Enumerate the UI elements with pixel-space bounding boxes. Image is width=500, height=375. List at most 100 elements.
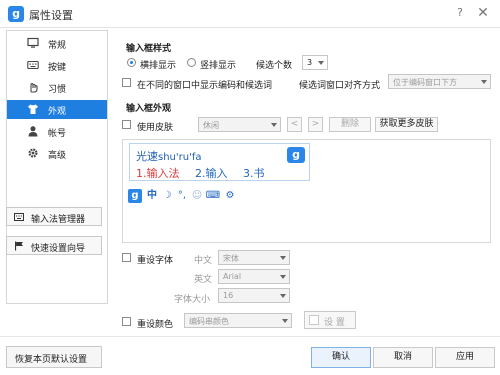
candidate-item: 2.输入	[195, 167, 228, 180]
gear-icon	[28, 148, 38, 158]
ime-logo-icon: g	[128, 189, 142, 203]
preedit-head: 光速	[136, 150, 158, 163]
hand-icon	[30, 82, 38, 93]
sidebar-item-label: 常规	[48, 41, 67, 51]
appearance-preview: 光速shu'ru'fa 1.输入法 2.输入 3.书 g g 中 ☽ °, ☺ …	[122, 139, 491, 243]
sidebar-item-label: 帐号	[48, 129, 67, 139]
title-bar: g 属性设置 ? ✕	[0, 0, 500, 28]
chinese-font-label: 中文	[194, 256, 213, 266]
quick-setup-guide-button[interactable]: 快速设置向导	[6, 236, 102, 255]
color-swatch	[309, 315, 319, 325]
candidate-item: 1.输入法	[136, 167, 180, 180]
apply-label: 应用	[455, 352, 474, 362]
half-width-icon: ☽	[162, 190, 172, 201]
settings-sidebar: 常规 按键 习惯 外观 帐号 高级	[6, 30, 108, 304]
candidate-align-select[interactable]: 位于编码窗口下方	[388, 74, 491, 89]
window-title: 属性设置	[29, 9, 73, 22]
candidate-align-value: 位于编码窗口下方	[393, 78, 457, 87]
monitor-icon	[27, 37, 39, 48]
color-target-select[interactable]: 编码串颜色	[184, 313, 292, 328]
reset-color-label: 重设颜色	[137, 320, 174, 330]
font-size-value: 16	[223, 291, 234, 300]
vertical-display-label: 竖排显示	[200, 61, 237, 71]
chinese-mode-icon: 中	[147, 190, 157, 201]
ime-manager-button[interactable]: 输入法管理器	[6, 207, 102, 226]
ime-logo-icon: g	[287, 147, 305, 163]
appearance-title: 输入框外观	[126, 104, 172, 114]
sidebar-item-habits[interactable]: 习惯	[7, 78, 107, 97]
candidate-item: 3.书	[243, 167, 265, 180]
keyboard-icon	[27, 60, 39, 70]
reset-font-checkbox[interactable]	[122, 253, 131, 262]
chinese-font-select[interactable]: 宋体	[218, 250, 290, 265]
punctuation-icon: °,	[177, 190, 187, 201]
shirt-icon	[28, 104, 38, 114]
keyboard-icon	[14, 213, 24, 221]
chinese-font-value: 宋体	[223, 254, 239, 263]
reset-color-checkbox[interactable]	[122, 317, 131, 326]
font-size-label: 字体大小	[174, 295, 211, 305]
chevron-down-icon	[280, 256, 286, 260]
previous-skin-button[interactable]: <	[287, 117, 302, 132]
input-style-title: 输入框样式	[126, 44, 172, 54]
ime-manager-label: 输入法管理器	[31, 215, 86, 225]
cancel-button[interactable]: 取消	[373, 347, 433, 368]
font-size-select[interactable]: 16	[218, 288, 290, 303]
set-color-button[interactable]: 设 置	[304, 311, 356, 329]
ok-button[interactable]: 确认	[311, 347, 371, 368]
use-skin-label: 使用皮肤	[137, 123, 174, 133]
restore-defaults-label: 恢复本页默认设置	[15, 355, 88, 365]
english-font-value: Arial	[223, 272, 242, 281]
next-skin-button[interactable]: >	[308, 117, 323, 132]
person-icon	[28, 126, 38, 137]
horizontal-display-label: 横排显示	[140, 61, 177, 71]
vertical-display-radio[interactable]	[187, 58, 196, 67]
candidate-align-label: 候选词窗口对齐方式	[299, 81, 381, 91]
skin-value: 休闲	[203, 121, 219, 130]
get-more-skins-button[interactable]: 获取更多皮肤	[375, 117, 438, 132]
sidebar-item-keys[interactable]: 按键	[7, 56, 107, 75]
ime-status-bar-preview: g 中 ☽ °, ☺ ⌨ ⚙	[128, 189, 240, 203]
emoji-icon: ☺	[191, 190, 203, 201]
candidate-window-preview: 光速shu'ru'fa 1.输入法 2.输入 3.书 g	[129, 143, 310, 181]
sidebar-item-account[interactable]: 帐号	[7, 122, 107, 141]
sidebar-item-advanced[interactable]: 高级	[7, 144, 107, 163]
quick-setup-guide-label: 快速设置向导	[31, 244, 86, 254]
candidate-count-label: 候选个数	[256, 61, 293, 71]
delete-skin-button[interactable]: 删除	[329, 117, 371, 132]
candidate-list: 1.输入法 2.输入 3.书	[136, 165, 277, 181]
preedit-text: 光速shu'ru'fa	[136, 148, 201, 164]
app-logo-icon: g	[8, 6, 24, 22]
english-font-label: 英文	[194, 275, 213, 285]
help-button[interactable]: ?	[453, 6, 467, 20]
chevron-down-icon	[280, 275, 286, 279]
candidate-count-value: 3	[307, 58, 313, 67]
chevron-down-icon	[481, 80, 487, 84]
horizontal-display-radio[interactable]	[127, 58, 136, 67]
chevron-down-icon	[280, 294, 286, 298]
candidate-count-select[interactable]: 3	[302, 55, 328, 70]
reset-font-label: 重设字体	[137, 256, 174, 266]
soft-keyboard-icon: ⌨	[205, 190, 221, 201]
separate-window-label: 在不同的窗口中显示编码和候选词	[137, 81, 273, 91]
sidebar-item-label: 外观	[48, 107, 67, 117]
footer-divider	[0, 336, 500, 337]
chevron-down-icon	[318, 61, 324, 65]
flag-icon	[15, 241, 23, 251]
apply-button[interactable]: 应用	[435, 347, 495, 368]
sidebar-item-general[interactable]: 常规	[7, 34, 107, 53]
ok-label: 确认	[331, 352, 350, 362]
preedit-pinyin: shu'ru'fa	[158, 152, 202, 163]
english-font-select[interactable]: Arial	[218, 269, 290, 284]
use-skin-checkbox[interactable]	[122, 120, 131, 129]
close-button[interactable]: ✕	[475, 5, 491, 21]
cancel-label: 取消	[393, 352, 412, 362]
color-target-value: 编码串颜色	[189, 317, 229, 326]
settings-icon: ⚙	[225, 190, 235, 201]
sidebar-item-appearance[interactable]: 外观	[7, 100, 107, 119]
restore-defaults-button[interactable]: 恢复本页默认设置	[6, 346, 102, 368]
sidebar-item-label: 习惯	[48, 85, 67, 95]
skin-select[interactable]: 休闲	[198, 117, 281, 132]
separate-window-checkbox[interactable]	[122, 78, 131, 87]
chevron-down-icon	[271, 123, 277, 127]
